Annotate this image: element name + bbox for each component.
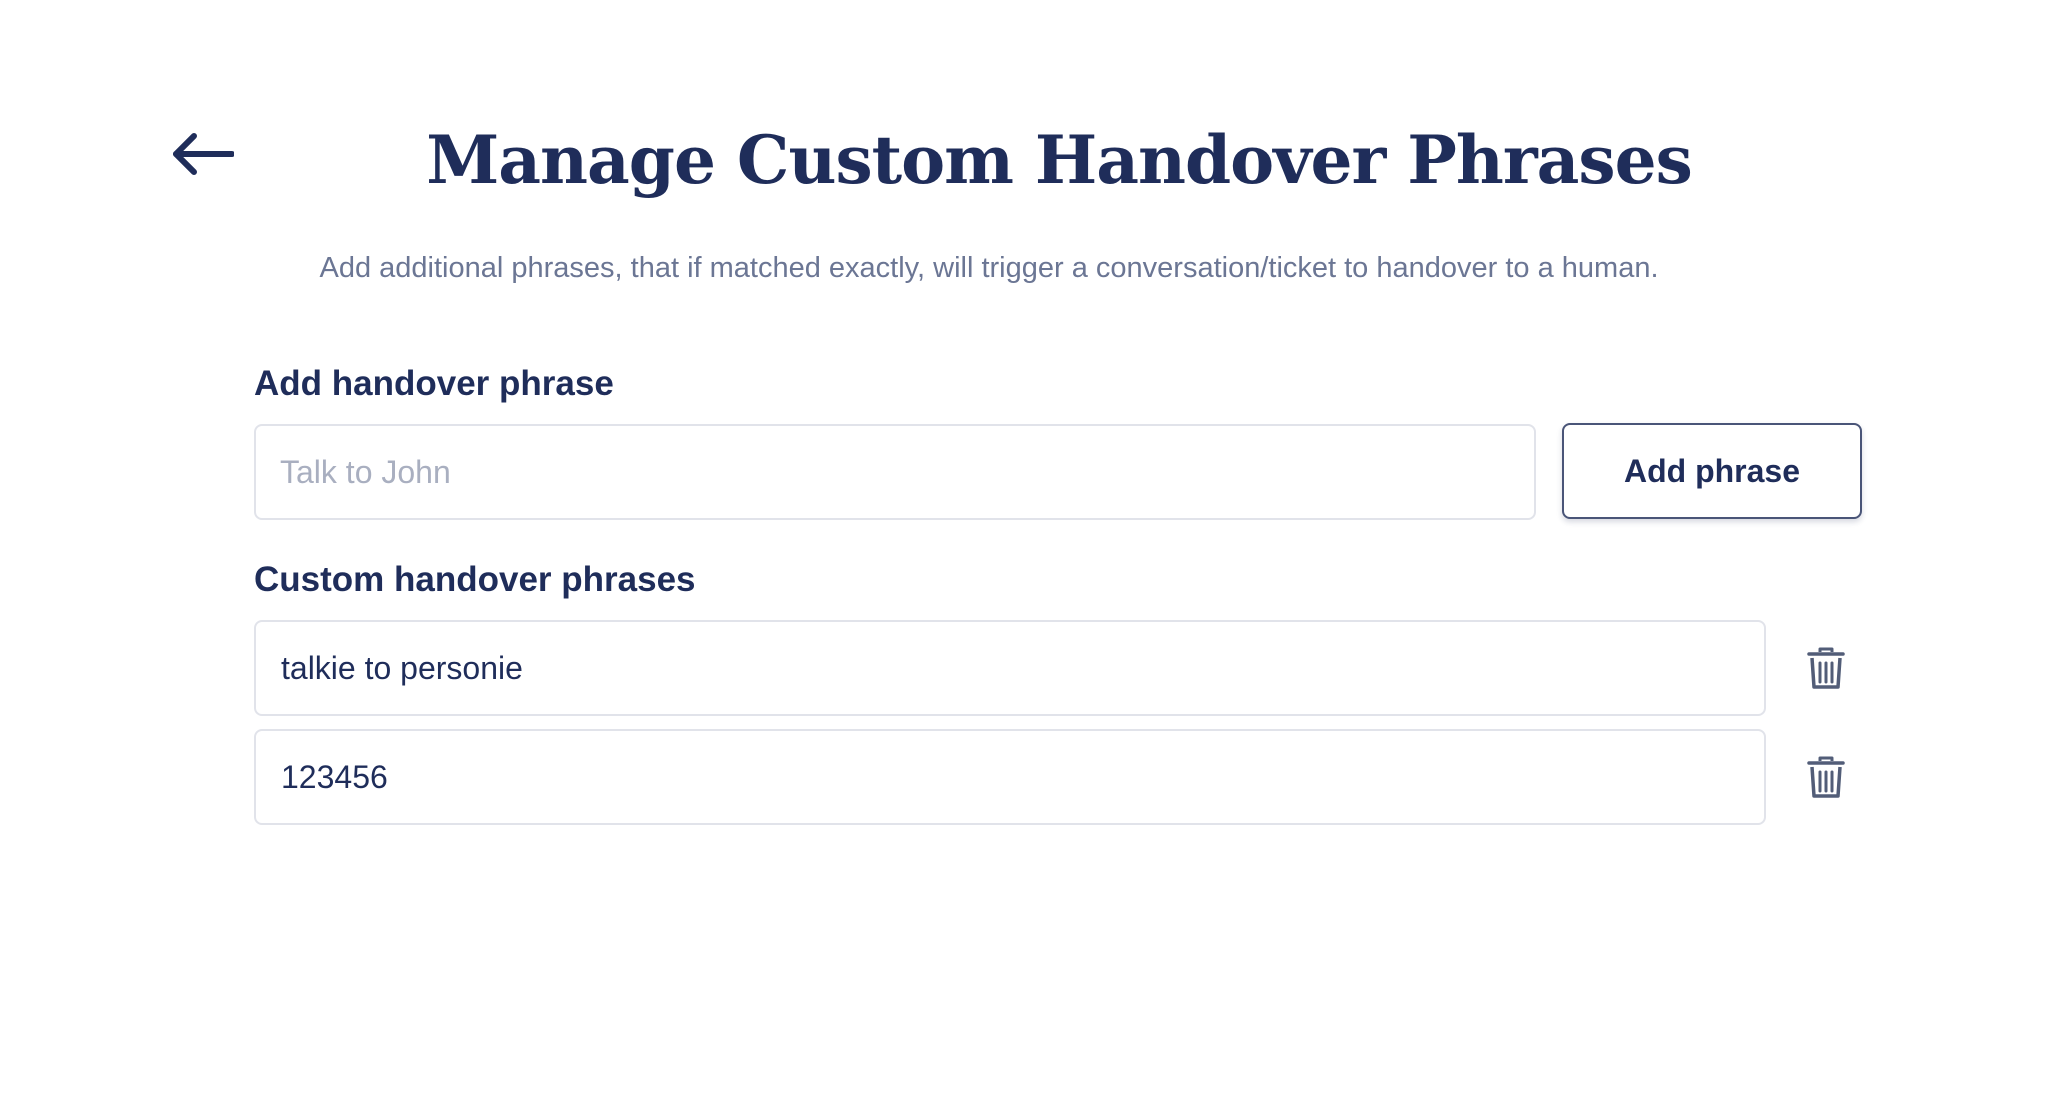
add-phrase-heading: Add handover phrase xyxy=(254,364,614,403)
phrase-list-item: talkie to personie xyxy=(254,620,1845,716)
delete-phrase-button[interactable] xyxy=(1800,640,1852,696)
delete-phrase-button[interactable] xyxy=(1800,749,1852,805)
phrase-list-item: 123456 xyxy=(254,729,1845,825)
page-title: Manage Custom Handover Phrases xyxy=(426,121,1693,199)
phrase-text: 123456 xyxy=(254,729,1766,825)
page: Manage Custom Handover Phrases Add addit… xyxy=(0,0,2048,1108)
phrase-text: talkie to personie xyxy=(254,620,1766,716)
page-subtitle: Add additional phrases, that if matched … xyxy=(319,252,1659,284)
trash-icon xyxy=(1807,756,1845,798)
custom-phrases-heading: Custom handover phrases xyxy=(254,560,696,599)
phrase-input[interactable] xyxy=(254,424,1536,520)
add-phrase-button[interactable]: Add phrase xyxy=(1562,423,1862,519)
trash-icon xyxy=(1807,647,1845,689)
